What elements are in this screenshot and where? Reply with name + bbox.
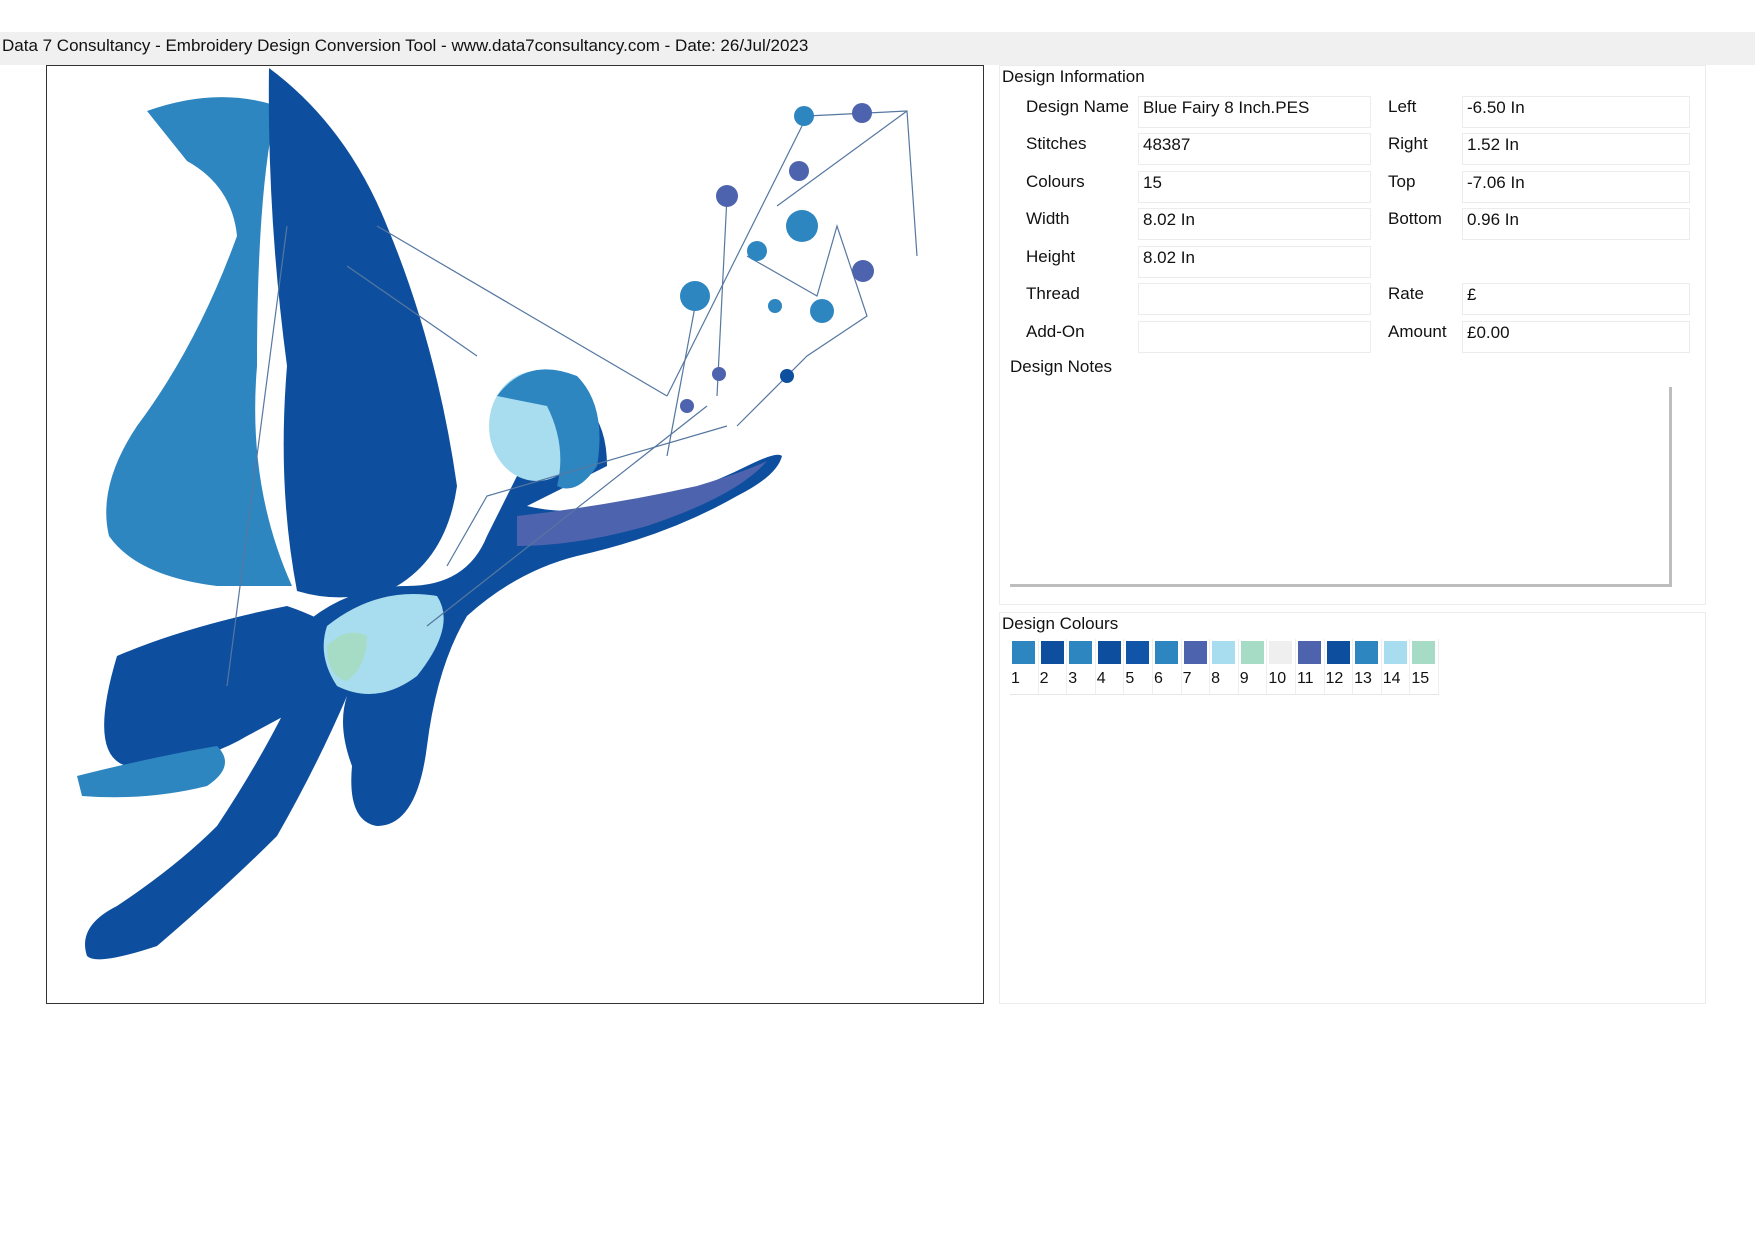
colour-swatch-color — [1069, 641, 1093, 664]
colour-swatch-color — [1012, 641, 1035, 664]
top-label: Top — [1388, 172, 1416, 191]
colour-swatch-number: 3 — [1068, 670, 1078, 687]
height-label: Height — [1026, 247, 1076, 266]
colour-swatch-number: 10 — [1268, 670, 1287, 687]
colour-swatch[interactable]: 10 — [1267, 639, 1296, 695]
colour-swatch-number: 8 — [1211, 670, 1221, 687]
colour-swatch[interactable]: 3 — [1067, 639, 1096, 695]
colour-swatch-number: 13 — [1354, 670, 1372, 687]
colour-swatch-color — [1269, 641, 1293, 664]
colour-swatch-number: 15 — [1411, 670, 1430, 687]
colour-swatch[interactable]: 6 — [1152, 639, 1182, 695]
colour-swatch-color — [1326, 641, 1350, 664]
colour-swatch-color — [1383, 641, 1407, 664]
colour-swatch-number: 2 — [1039, 670, 1049, 687]
colour-swatch[interactable]: 9 — [1238, 639, 1268, 695]
design-colours-title: Design Colours — [1002, 614, 1119, 633]
design-information-panel: Design Information Design Name Blue Fair… — [999, 65, 1706, 605]
fairy-embroidery-image — [77, 68, 918, 960]
colour-swatch-color — [1412, 641, 1436, 664]
colour-swatch[interactable]: 14 — [1381, 639, 1411, 695]
thread-label: Thread — [1026, 284, 1080, 303]
colour-swatch[interactable]: 8 — [1210, 639, 1239, 695]
bottom-label: Bottom — [1388, 209, 1442, 228]
height-field[interactable]: 8.02 In — [1138, 246, 1371, 278]
top-field[interactable]: -7.06 In — [1462, 171, 1690, 203]
rate-label: Rate — [1388, 284, 1424, 303]
back-wing — [106, 97, 292, 586]
colour-swatch-number: 9 — [1239, 670, 1249, 687]
stitches-field[interactable]: 48387 — [1138, 133, 1371, 165]
amount-label: Amount — [1388, 322, 1447, 341]
design-information-title: Design Information — [1002, 67, 1145, 86]
colour-swatch-number: 11 — [1296, 670, 1314, 687]
colour-swatch-number: 12 — [1325, 670, 1344, 687]
amount-field[interactable]: £0.00 — [1462, 321, 1690, 353]
colour-swatch-number: 4 — [1096, 670, 1106, 687]
right-field[interactable]: 1.52 In — [1462, 133, 1690, 165]
colour-swatch-color — [1355, 641, 1379, 664]
colour-swatch[interactable]: 4 — [1095, 639, 1125, 695]
rate-field[interactable]: £ — [1462, 283, 1690, 315]
colour-swatch[interactable]: 5 — [1124, 639, 1153, 695]
colour-swatch-color — [1240, 641, 1264, 664]
left-label: Left — [1388, 97, 1417, 116]
left-field[interactable]: -6.50 In — [1462, 96, 1690, 128]
colour-swatch[interactable]: 11 — [1295, 639, 1325, 695]
add-on-label: Add-On — [1026, 322, 1085, 341]
bottom-field[interactable]: 0.96 In — [1462, 208, 1690, 240]
colour-swatch-number: 6 — [1153, 670, 1163, 687]
title-text: Data 7 Consultancy - Embroidery Design C… — [2, 36, 809, 55]
design-notes-label: Design Notes — [1010, 357, 1113, 376]
design-name-field[interactable]: Blue Fairy 8 Inch.PES — [1138, 96, 1371, 128]
design-colours-panel: Design Colours 1 2 3 4 5 6 7 8 9 10 11 12 13 14 15 — [999, 612, 1706, 1004]
colour-swatch-color — [1154, 641, 1178, 664]
right-label: Right — [1388, 134, 1428, 153]
stitches-label: Stitches — [1026, 134, 1087, 153]
colours-field[interactable]: 15 — [1138, 171, 1371, 203]
colour-swatch-color — [1040, 641, 1064, 664]
colour-swatch-number: 14 — [1382, 670, 1401, 687]
front-wing — [268, 68, 457, 598]
width-label: Width — [1026, 209, 1070, 228]
title-bar: Data 7 Consultancy - Embroidery Design C… — [0, 32, 1755, 65]
colour-swatch[interactable]: 7 — [1181, 639, 1211, 695]
thread-field[interactable] — [1138, 283, 1371, 315]
design-notes-textarea[interactable] — [1010, 387, 1672, 587]
design-name-label: Design Name — [1026, 97, 1129, 116]
design-preview-canvas — [46, 65, 984, 1004]
colour-swatch[interactable]: 12 — [1324, 639, 1354, 695]
colour-swatch[interactable]: 15 — [1410, 639, 1439, 695]
colour-swatch-color — [1297, 641, 1321, 664]
width-field[interactable]: 8.02 In — [1138, 208, 1371, 240]
colour-swatch-color — [1097, 641, 1121, 664]
star-decorations — [680, 103, 874, 413]
colour-swatch-color — [1212, 641, 1236, 664]
colour-swatch-list: 1 2 3 4 5 6 7 8 9 10 11 12 13 14 15 — [1010, 639, 1439, 695]
colour-swatch-number: 7 — [1182, 670, 1192, 687]
colour-swatch[interactable]: 13 — [1353, 639, 1382, 695]
colour-swatch-color — [1183, 641, 1207, 664]
colours-label: Colours — [1026, 172, 1085, 191]
add-on-field[interactable] — [1138, 321, 1371, 353]
colour-swatch-number: 5 — [1125, 670, 1135, 687]
colour-swatch[interactable]: 1 — [1010, 639, 1039, 695]
colour-swatch-number: 1 — [1011, 670, 1020, 687]
colour-swatch-color — [1126, 641, 1150, 664]
colour-swatch[interactable]: 2 — [1038, 639, 1068, 695]
